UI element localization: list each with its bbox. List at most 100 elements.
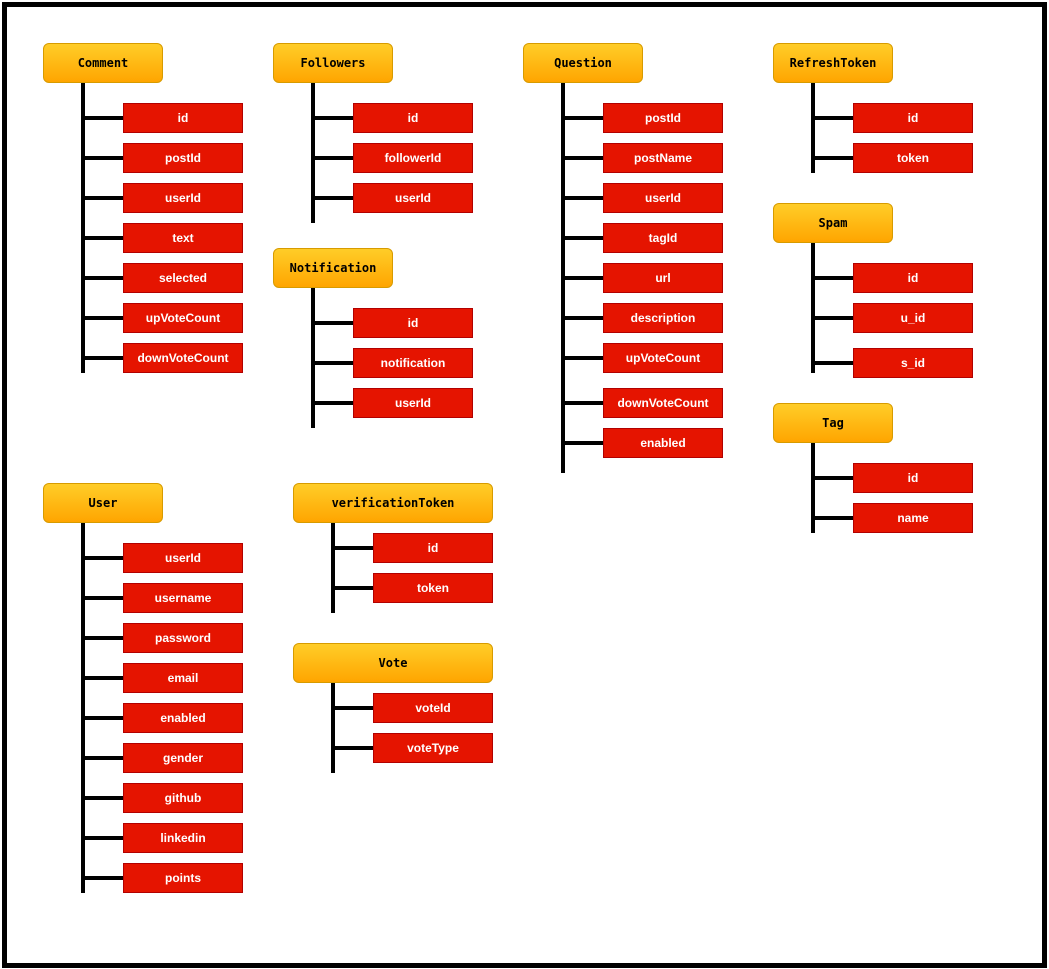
connector-branch	[561, 316, 603, 320]
connector-branch	[311, 361, 353, 365]
connector-branch	[81, 196, 123, 200]
connector-line	[81, 83, 85, 373]
entity-header[interactable]: User	[43, 483, 163, 523]
entity-header[interactable]: RefreshToken	[773, 43, 893, 83]
field-box[interactable]: tagId	[603, 223, 723, 253]
field-box[interactable]: notification	[353, 348, 473, 378]
field-box[interactable]: id	[123, 103, 243, 133]
field-box[interactable]: userId	[123, 183, 243, 213]
field-box[interactable]: linkedin	[123, 823, 243, 853]
connector-branch	[81, 796, 123, 800]
connector-branch	[331, 706, 373, 710]
field-box[interactable]: postId	[603, 103, 723, 133]
entity-header[interactable]: Tag	[773, 403, 893, 443]
connector-branch	[561, 116, 603, 120]
field-box[interactable]: followerId	[353, 143, 473, 173]
connector-line	[311, 83, 315, 223]
field-box[interactable]: text	[123, 223, 243, 253]
connector-branch	[331, 586, 373, 590]
connector-branch	[81, 756, 123, 760]
entity-header[interactable]: verificationToken	[293, 483, 493, 523]
connector-branch	[331, 546, 373, 550]
connector-branch	[81, 316, 123, 320]
field-box[interactable]: enabled	[603, 428, 723, 458]
connector-branch	[561, 236, 603, 240]
connector-line	[331, 523, 335, 613]
entity-header[interactable]: Followers	[273, 43, 393, 83]
field-box[interactable]: id	[353, 103, 473, 133]
connector-branch	[811, 116, 853, 120]
field-box[interactable]: github	[123, 783, 243, 813]
connector-branch	[81, 116, 123, 120]
connector-branch	[81, 156, 123, 160]
connector-branch	[81, 676, 123, 680]
connector-branch	[311, 196, 353, 200]
field-box[interactable]: postId	[123, 143, 243, 173]
field-box[interactable]: s_id	[853, 348, 973, 378]
entity-header[interactable]: Comment	[43, 43, 163, 83]
field-box[interactable]: postName	[603, 143, 723, 173]
field-box[interactable]: u_id	[853, 303, 973, 333]
field-box[interactable]: downVoteCount	[123, 343, 243, 373]
field-box[interactable]: email	[123, 663, 243, 693]
connector-branch	[311, 116, 353, 120]
field-box[interactable]: username	[123, 583, 243, 613]
field-box[interactable]: voteType	[373, 733, 493, 763]
connector-branch	[81, 836, 123, 840]
connector-branch	[81, 276, 123, 280]
entity-header[interactable]: Vote	[293, 643, 493, 683]
field-box[interactable]: url	[603, 263, 723, 293]
field-box[interactable]: selected	[123, 263, 243, 293]
connector-branch	[81, 636, 123, 640]
field-box[interactable]: description	[603, 303, 723, 333]
connector-branch	[81, 236, 123, 240]
field-box[interactable]: name	[853, 503, 973, 533]
entity-header[interactable]: Notification	[273, 248, 393, 288]
connector-branch	[811, 516, 853, 520]
field-box[interactable]: voteId	[373, 693, 493, 723]
entity-header[interactable]: Spam	[773, 203, 893, 243]
connector-branch	[81, 596, 123, 600]
field-box[interactable]: downVoteCount	[603, 388, 723, 418]
field-box[interactable]: userId	[353, 183, 473, 213]
field-box[interactable]: gender	[123, 743, 243, 773]
field-box[interactable]: id	[353, 308, 473, 338]
connector-branch	[311, 321, 353, 325]
connector-branch	[81, 876, 123, 880]
connector-branch	[561, 401, 603, 405]
field-box[interactable]: userId	[353, 388, 473, 418]
field-box[interactable]: id	[853, 263, 973, 293]
connector-branch	[81, 356, 123, 360]
field-box[interactable]: password	[123, 623, 243, 653]
connector-line	[331, 683, 335, 773]
connector-line	[311, 288, 315, 428]
field-box[interactable]: id	[853, 463, 973, 493]
field-box[interactable]: token	[373, 573, 493, 603]
connector-branch	[561, 156, 603, 160]
connector-branch	[811, 276, 853, 280]
field-box[interactable]: userId	[123, 543, 243, 573]
field-box[interactable]: points	[123, 863, 243, 893]
field-box[interactable]: token	[853, 143, 973, 173]
connector-branch	[561, 441, 603, 445]
field-box[interactable]: id	[853, 103, 973, 133]
connector-branch	[81, 716, 123, 720]
entity-header[interactable]: Question	[523, 43, 643, 83]
field-box[interactable]: userId	[603, 183, 723, 213]
connector-branch	[561, 276, 603, 280]
connector-branch	[81, 556, 123, 560]
connector-branch	[331, 746, 373, 750]
connector-branch	[811, 316, 853, 320]
connector-branch	[811, 361, 853, 365]
connector-line	[811, 243, 815, 373]
field-box[interactable]: upVoteCount	[603, 343, 723, 373]
field-box[interactable]: enabled	[123, 703, 243, 733]
connector-branch	[561, 356, 603, 360]
connector-branch	[311, 401, 353, 405]
connector-branch	[811, 156, 853, 160]
connector-branch	[811, 476, 853, 480]
connector-branch	[561, 196, 603, 200]
field-box[interactable]: id	[373, 533, 493, 563]
connector-branch	[311, 156, 353, 160]
field-box[interactable]: upVoteCount	[123, 303, 243, 333]
